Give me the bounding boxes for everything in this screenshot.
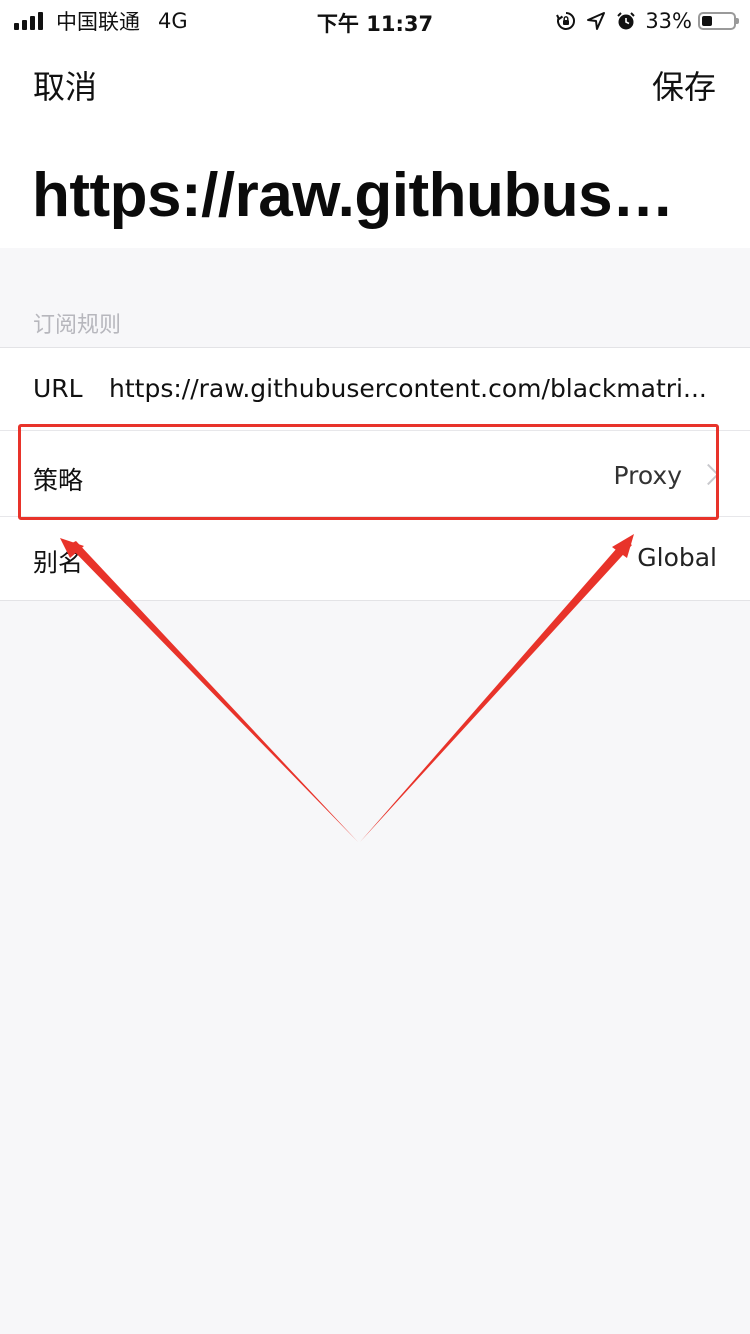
url-value[interactable]: https://raw.githubusercontent.com/blackm… — [109, 374, 717, 403]
battery-icon — [698, 12, 739, 30]
orientation-lock-icon — [556, 12, 576, 30]
header: 取消 保存 https://raw.githubuser... — [0, 40, 750, 248]
url-label: URL — [33, 374, 83, 403]
alias-label: 别名 — [33, 548, 84, 577]
location-icon — [587, 12, 606, 30]
policy-value: Proxy — [613, 461, 682, 490]
page-title: https://raw.githubuser... — [32, 161, 700, 230]
subscription-rule-list: URL https://raw.githubusercontent.com/bl… — [0, 347, 750, 601]
alias-row[interactable]: 别名 Global — [0, 517, 750, 600]
policy-label: 策略 — [33, 466, 84, 495]
battery-percent: 33% — [645, 9, 692, 33]
policy-row[interactable]: 策略 Proxy — [0, 431, 750, 517]
alias-value[interactable]: Global — [637, 543, 717, 572]
chevron-right-icon — [697, 463, 720, 486]
section-header: 订阅规则 — [33, 313, 122, 338]
status-bar-right: 33% — [555, 8, 739, 34]
save-button[interactable]: 保存 — [652, 62, 716, 108]
cancel-button[interactable]: 取消 — [33, 62, 97, 108]
status-bar: 中国联通 4G 下午 11:37 33% — [0, 0, 750, 40]
alarm-icon — [617, 12, 636, 30]
url-row[interactable]: URL https://raw.githubusercontent.com/bl… — [0, 348, 750, 431]
battery-level — [702, 16, 712, 26]
